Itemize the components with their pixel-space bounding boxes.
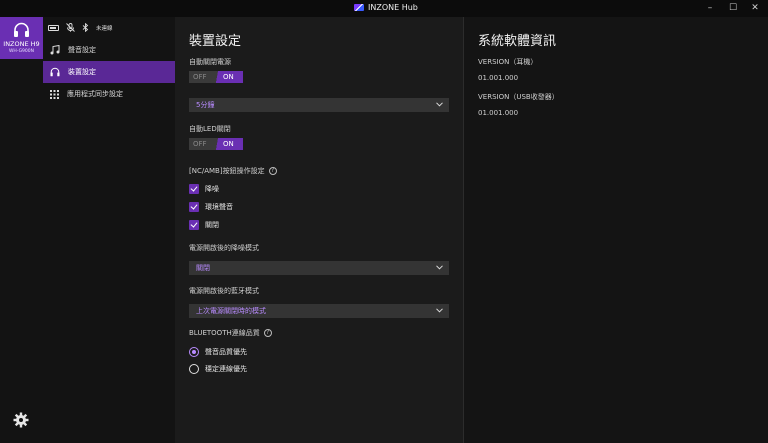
toggle-on-label: ON (215, 138, 243, 150)
bt-quality-label: BLUETOOTH連線品質? (189, 328, 272, 338)
music-note-icon (50, 45, 60, 55)
stable-connection-priority-radio[interactable]: 穩定連線優先 (189, 364, 247, 374)
radio-label: 穩定連線優先 (205, 365, 247, 373)
headphones-icon (14, 22, 29, 37)
battery-icon (48, 24, 59, 31)
checkbox-checked-icon (189, 184, 199, 194)
sidebar: INZONE H9 WH-G900N 未連線 聲音設定 裝置設定 應用程式同步設… (0, 17, 175, 443)
app-title-area: INZONE Hub (354, 3, 418, 12)
nc-amb-label-text: [NC/AMB]按鈕操作設定 (189, 167, 265, 175)
bluetooth-icon (82, 23, 89, 32)
headset-version-label: VERSION（耳機） (478, 58, 538, 66)
maximize-button[interactable]: ☐ (726, 2, 740, 14)
close-button[interactable]: ✕ (748, 2, 762, 14)
minimize-button[interactable]: – (703, 2, 717, 14)
select-value: 上次電源關閉時的模式 (196, 307, 266, 315)
select-value: 5分鐘 (196, 101, 215, 109)
auto-power-label: 自動關閉電源 (189, 58, 231, 66)
checkbox-label: 環境聲音 (205, 203, 233, 211)
nc-on-power-label: 電源開啟後的降噪模式 (189, 244, 259, 252)
gear-icon[interactable] (13, 412, 29, 428)
help-icon[interactable]: ? (263, 329, 272, 337)
auto-led-toggle[interactable]: OFF ON (189, 138, 243, 150)
chevron-down-icon (436, 308, 443, 313)
auto-power-timer-select[interactable]: 5分鐘 (189, 98, 449, 112)
off-option-checkbox[interactable]: 關閉 (189, 220, 219, 230)
sound-quality-priority-radio[interactable]: 聲音品質優先 (189, 347, 247, 357)
toggle-off-label: OFF (189, 138, 215, 150)
usb-version-label: VERSION（USB收發器） (478, 93, 559, 101)
bt-on-power-select[interactable]: 上次電源關閉時的模式 (189, 304, 449, 318)
ambient-option-checkbox[interactable]: 環境聲音 (189, 202, 233, 212)
device-settings-panel: 裝置設定 自動關閉電源 OFF ON 5分鐘 自動LED關閉 OFF ON [N… (175, 17, 463, 443)
radio-label: 聲音品質優先 (205, 348, 247, 356)
sidebar-item-label: 聲音設定 (68, 46, 96, 54)
auto-led-label: 自動LED關閉 (189, 125, 231, 133)
chevron-down-icon (436, 265, 443, 270)
info-title: 系統軟體資訊 (478, 34, 557, 49)
system-software-info-panel: 系統軟體資訊 VERSION（耳機） 01.001.000 VERSION（US… (464, 17, 768, 443)
sidebar-item-label: 應用程式同步設定 (67, 90, 123, 98)
sidebar-item-sound-settings[interactable]: 聲音設定 (43, 39, 175, 61)
radio-unselected-icon (189, 364, 199, 374)
mic-muted-icon (66, 23, 75, 32)
bt-quality-label-text: BLUETOOTH連線品質 (189, 329, 260, 337)
checkbox-label: 降噪 (205, 185, 219, 193)
device-name: INZONE H9 (3, 40, 40, 48)
help-icon[interactable]: ? (268, 167, 277, 175)
radio-selected-icon (189, 347, 199, 357)
checkbox-checked-icon (189, 220, 199, 230)
page-title: 裝置設定 (189, 34, 242, 49)
inzone-logo-icon (354, 4, 364, 11)
toggle-off-label: OFF (189, 71, 215, 83)
usb-version-value: 01.001.000 (478, 109, 519, 117)
toggle-on-label: ON (215, 71, 243, 83)
device-model: WH-G900N (8, 49, 35, 54)
nc-amb-label: [NC/AMB]按鈕操作設定? (189, 166, 277, 176)
auto-power-toggle[interactable]: OFF ON (189, 71, 243, 83)
nc-option-checkbox[interactable]: 降噪 (189, 184, 219, 194)
sidebar-item-device-settings[interactable]: 裝置設定 (43, 61, 175, 83)
sidebar-nav: 聲音設定 裝置設定 應用程式同步設定 (43, 39, 175, 105)
select-value: 關閉 (196, 264, 210, 272)
title-bar: INZONE Hub – ☐ ✕ (0, 0, 768, 17)
headphones-icon (50, 67, 60, 77)
headset-version-value: 01.001.000 (478, 74, 519, 82)
bt-on-power-label: 電源開啟後的藍牙模式 (189, 287, 259, 295)
nc-on-power-select[interactable]: 關閉 (189, 261, 449, 275)
checkbox-label: 關閉 (205, 221, 219, 229)
device-tile[interactable]: INZONE H9 WH-G900N (0, 17, 43, 59)
checkbox-checked-icon (189, 202, 199, 212)
sidebar-item-label: 裝置設定 (68, 68, 96, 76)
status-bar: 未連線 (48, 23, 113, 32)
app-title: INZONE Hub (368, 3, 418, 12)
chevron-down-icon (436, 102, 443, 107)
connection-status-text: 未連線 (96, 25, 113, 32)
sidebar-item-app-sync[interactable]: 應用程式同步設定 (43, 83, 175, 105)
grid-icon (50, 89, 59, 99)
